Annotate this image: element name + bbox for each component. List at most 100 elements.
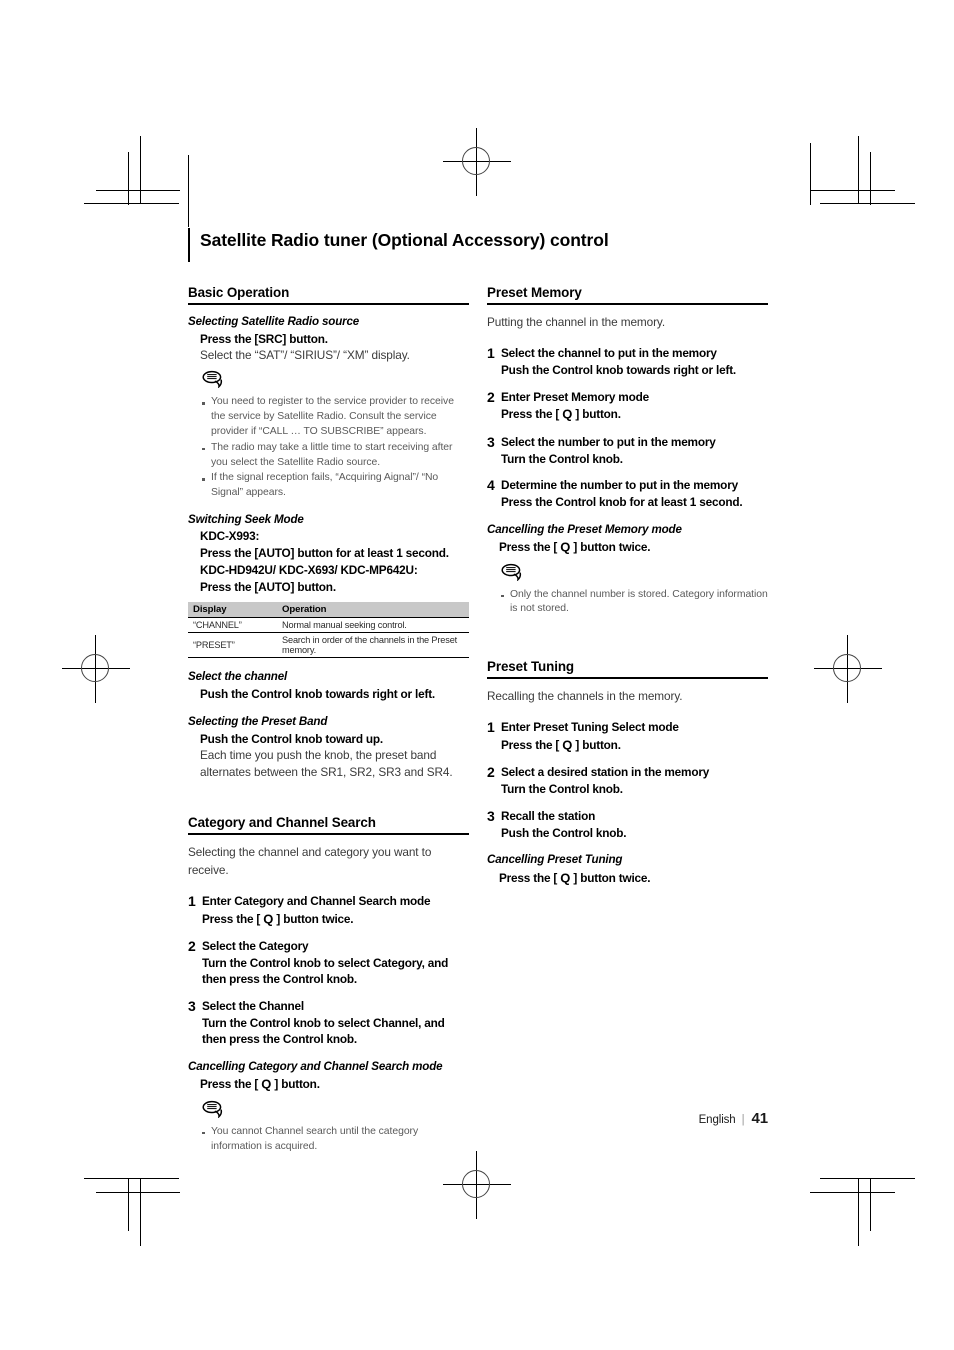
- seek-model-1: KDC-X993:: [200, 529, 260, 544]
- crop-mark-top-left-inner-v: [128, 152, 129, 205]
- section-heading-preset-memory: Preset Memory: [487, 285, 768, 305]
- registration-target-right: [814, 635, 882, 703]
- right-column: Preset Memory Putting the channel in the…: [487, 285, 768, 913]
- note-bubble-icon: [501, 563, 768, 586]
- instruction-press-src-button: Press the [SRC] button.: [200, 331, 328, 346]
- step-title: Enter Preset Memory mode: [501, 389, 649, 404]
- search-q-button-icon: Q: [261, 1076, 272, 1092]
- note-item: Only the channel number is stored. Categ…: [499, 588, 768, 618]
- instruction-cancelling-preset-tuning: Press the [ Q ] button twice.: [499, 869, 768, 887]
- seek-mode-table: Display Operation “CHANNEL” Normal manua…: [188, 602, 469, 659]
- step-1-select-channel-to-store: 1 Select the channel to put in the memor…: [487, 345, 768, 378]
- seek-instruction-1: Press the [AUTO] button for at least 1 s…: [200, 546, 449, 561]
- step-number: 2: [188, 937, 196, 954]
- crop-mark-bottom-right-outer-v: [858, 1178, 859, 1246]
- lead-preset-memory: Putting the channel in the memory.: [487, 315, 666, 329]
- step-detail: Push the Control knob towards right or l…: [501, 363, 737, 378]
- step-title: Select the Channel: [202, 998, 304, 1013]
- title-accent-bar: [188, 228, 190, 262]
- note-list-category-search: You cannot Channel search until the cate…: [200, 1125, 469, 1155]
- step-detail-prefix: Press the [: [501, 738, 563, 753]
- cell-operation-preset: Search in order of the channels in the P…: [277, 632, 469, 659]
- step-number: 4: [487, 477, 495, 494]
- step-detail: Press the Control knob for at least 1 se…: [501, 495, 743, 509]
- page-footer: English | 41: [188, 1110, 769, 1127]
- cell-operation-channel: Normal manual seeking control.: [277, 617, 469, 634]
- note-bubble-icon: [202, 370, 469, 393]
- crop-mark-bottom-left-inner-h: [96, 1192, 180, 1193]
- instruction-selecting-preset-band: Push the Control knob toward up.: [200, 731, 383, 746]
- seek-model-2: KDC-HD942U/ KDC-X693/ KDC-MP642U:: [200, 562, 418, 577]
- crop-mark-top-right-inner-v: [870, 152, 871, 205]
- section-heading-preset-tuning: Preset Tuning: [487, 659, 768, 680]
- instruction-suffix: ] button.: [271, 1077, 320, 1092]
- step-detail: Press the [ Q ] button.: [501, 736, 768, 754]
- crop-mark-top-right-outer-h: [820, 203, 915, 204]
- step-detail: Press the [ Q ] button.: [501, 405, 768, 423]
- step-4-determine-number: 4 Determine the number to put in the mem…: [487, 477, 768, 510]
- detail-select-display: Select the “SAT”/ “SIRIUS”/ “XM” display…: [200, 348, 410, 363]
- note-item: You need to register to the service prov…: [200, 395, 469, 439]
- crop-mark-bottom-right-outer-h: [820, 1178, 915, 1179]
- crop-mark-top-left-outer-h: [84, 203, 179, 204]
- step-title: Select a desired station in the memory: [501, 765, 710, 780]
- table-header-row: Display Operation: [188, 602, 469, 619]
- step-title: Determine the number to put in the memor…: [501, 478, 738, 493]
- instruction-cancelling-preset-memory-mode: Press the [ Q ] button twice.: [499, 538, 768, 556]
- crop-mark-bottom-left-inner-v: [128, 1178, 129, 1231]
- subheading-cancelling-preset-tuning: Cancelling Preset Tuning: [487, 853, 623, 867]
- instruction-prefix: Press the [: [499, 870, 561, 885]
- footer-separator: |: [741, 1114, 745, 1126]
- step-detail-suffix: ] button twice.: [273, 911, 354, 926]
- detail-selecting-preset-band: Each time you push the knob, the preset …: [200, 748, 453, 780]
- step-detail-prefix: Press the [: [202, 911, 264, 926]
- crop-mark-top-left-outer-v: [140, 136, 141, 204]
- instruction-select-the-channel: Push the Control knob towards right or l…: [200, 687, 436, 702]
- subheading-switching-seek-mode: Switching Seek Mode: [188, 512, 304, 526]
- footer-page-number: 41: [751, 1110, 769, 1127]
- instruction-suffix: ] button twice.: [570, 540, 651, 555]
- instruction-prefix: Press the [: [499, 540, 561, 555]
- page-title: Satellite Radio tuner (Optional Accessor…: [200, 230, 609, 250]
- step-title: Select the Category: [202, 938, 309, 953]
- step-3-select-number: 3 Select the number to put in the memory…: [487, 434, 768, 467]
- step-detail: Turn the Control knob to select Channel,…: [202, 1015, 445, 1047]
- step-detail: Turn the Control knob to select Category…: [202, 955, 449, 987]
- cell-display-preset: “PRESET”: [188, 632, 277, 659]
- step-title: Recall the station: [501, 808, 596, 823]
- step-number: 1: [188, 892, 196, 909]
- step-number: 2: [487, 388, 495, 405]
- column-header-display: Display: [188, 602, 277, 619]
- lead-category-channel-search: Selecting the channel and category you w…: [188, 845, 432, 877]
- crop-mark-top-left-edge-v: [188, 155, 189, 227]
- step-2-select-desired-station: 2 Select a desired station in the memory…: [487, 764, 768, 797]
- step-number: 1: [487, 345, 495, 362]
- search-q-button-icon: Q: [560, 870, 571, 886]
- subheading-cancelling-category-channel-search: Cancelling Category and Channel Search m…: [188, 1059, 443, 1073]
- note-block-preset-memory: Only the channel number is stored. Categ…: [499, 563, 768, 618]
- step-title: Select the channel to put in the memory: [501, 346, 717, 361]
- subheading-cancelling-preset-memory-mode: Cancelling the Preset Memory mode: [487, 522, 682, 536]
- note-item: The radio may take a little time to star…: [200, 441, 469, 471]
- crop-mark-top-left-inner-h: [96, 190, 180, 191]
- step-detail: Push the Control knob.: [501, 825, 627, 840]
- step-2-enter-preset-memory-mode: 2 Enter Preset Memory mode Press the [ Q…: [487, 389, 768, 424]
- step-1-enter-preset-tuning-select-mode: 1 Enter Preset Tuning Select mode Press …: [487, 719, 768, 754]
- step-title: Enter Preset Tuning Select mode: [501, 720, 679, 735]
- instruction-suffix: ] button twice.: [570, 870, 651, 885]
- section-heading-basic-operation: Basic Operation: [188, 285, 469, 305]
- subheading-select-the-channel: Select the channel: [188, 670, 288, 684]
- step-detail-suffix: ] button.: [572, 738, 621, 753]
- section-basic-operation: Basic Operation Selecting Satellite Radi…: [188, 285, 469, 781]
- search-q-button-icon: Q: [562, 406, 573, 422]
- subheading-selecting-satellite-radio-source: Selecting Satellite Radio source: [188, 315, 360, 328]
- step-3-recall-station: 3 Recall the station Push the Control kn…: [487, 808, 768, 841]
- instruction-cancelling-category-channel-search: Press the [ Q ] button.: [200, 1075, 469, 1093]
- step-title: Enter Category and Channel Search mode: [202, 893, 431, 908]
- step-number: 3: [487, 807, 495, 824]
- registration-target-left: [62, 635, 130, 703]
- instruction-prefix: Press the [: [200, 1077, 262, 1092]
- search-q-button-icon: Q: [263, 911, 274, 927]
- crop-mark-top-right-outer-v: [858, 136, 859, 204]
- registration-target-top: [443, 128, 511, 196]
